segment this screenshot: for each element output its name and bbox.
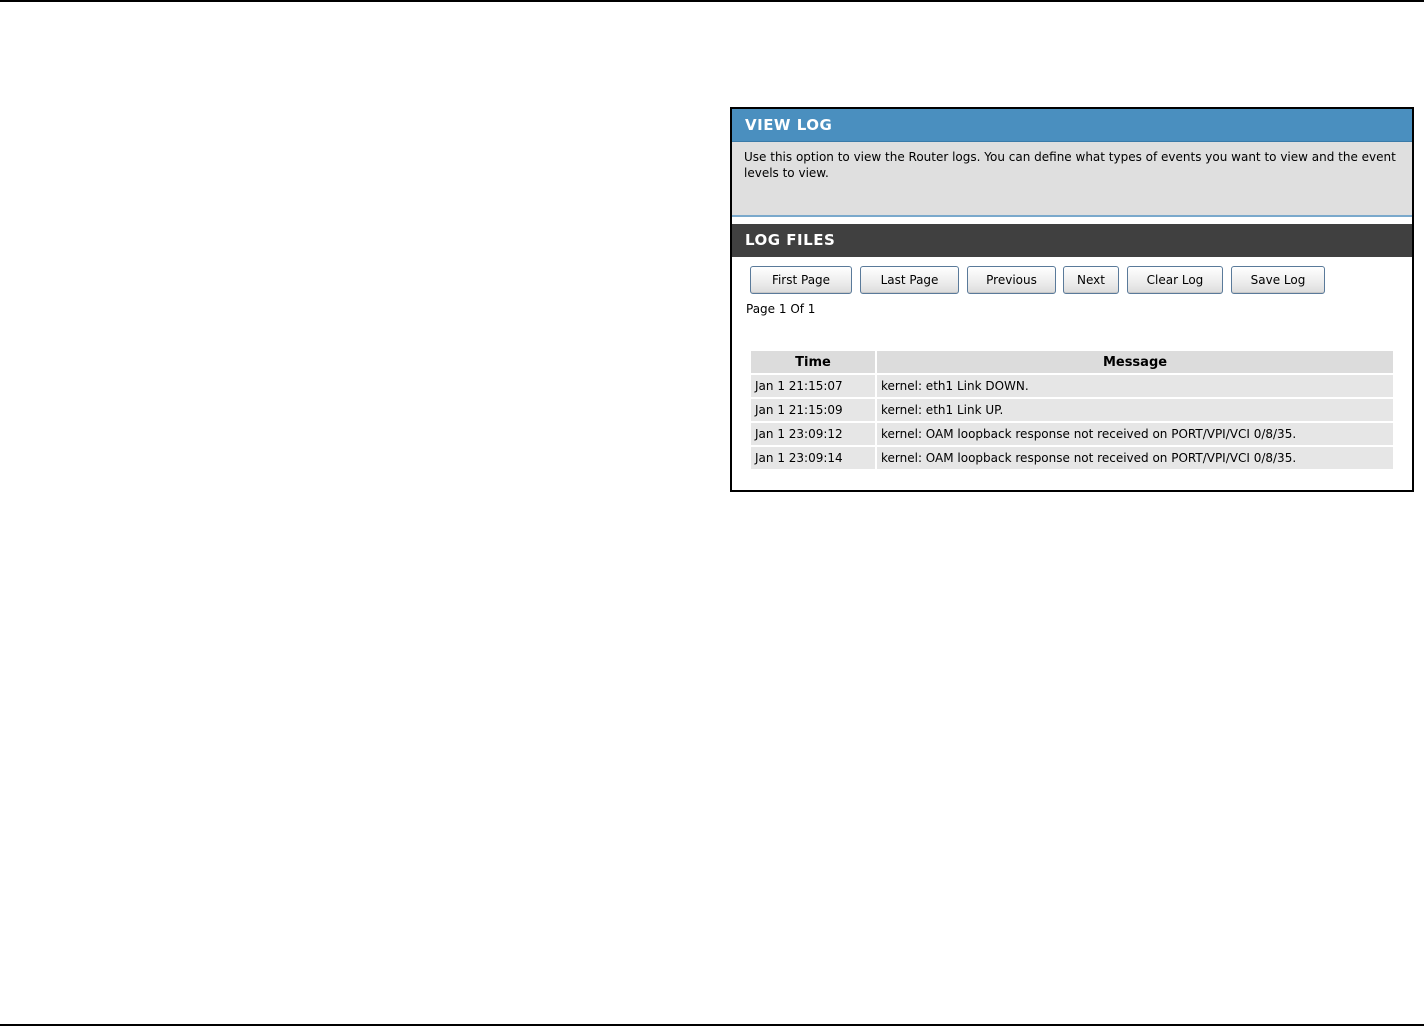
save-log-button[interactable]: Save Log — [1231, 266, 1325, 294]
log-message-cell: kernel: eth1 Link DOWN. — [877, 375, 1393, 397]
clear-log-button[interactable]: Clear Log — [1127, 266, 1223, 294]
view-log-header: VIEW LOG — [732, 109, 1412, 142]
table-row: Jan 1 21:15:07 kernel: eth1 Link DOWN. — [751, 375, 1393, 397]
time-column-header: Time — [751, 351, 875, 373]
log-time-cell: Jan 1 23:09:14 — [751, 447, 875, 469]
table-row: Jan 1 23:09:14 kernel: OAM loopback resp… — [751, 447, 1393, 469]
log-files-header: LOG FILES — [732, 224, 1412, 257]
log-message-cell: kernel: eth1 Link UP. — [877, 399, 1393, 421]
first-page-button[interactable]: First Page — [750, 266, 852, 294]
log-time-cell: Jan 1 21:15:07 — [751, 375, 875, 397]
log-table: Time Message Jan 1 21:15:07 kernel: eth1… — [749, 349, 1395, 471]
view-log-panel: VIEW LOG Use this option to view the Rou… — [730, 107, 1414, 492]
table-row: Jan 1 23:09:12 kernel: OAM loopback resp… — [751, 423, 1393, 445]
last-page-button[interactable]: Last Page — [860, 266, 959, 294]
message-column-header: Message — [877, 351, 1393, 373]
page-bottom-rule — [0, 1024, 1424, 1026]
log-time-cell: Jan 1 21:15:09 — [751, 399, 875, 421]
log-message-cell: kernel: OAM loopback response not receiv… — [877, 423, 1393, 445]
table-header-row: Time Message — [751, 351, 1393, 373]
log-time-cell: Jan 1 23:09:12 — [751, 423, 875, 445]
view-log-description: Use this option to view the Router logs.… — [732, 142, 1412, 217]
page-indicator: Page 1 Of 1 — [746, 302, 816, 316]
next-button[interactable]: Next — [1063, 266, 1119, 294]
page-top-rule — [0, 0, 1424, 2]
table-row: Jan 1 21:15:09 kernel: eth1 Link UP. — [751, 399, 1393, 421]
log-message-cell: kernel: OAM loopback response not receiv… — [877, 447, 1393, 469]
previous-button[interactable]: Previous — [967, 266, 1056, 294]
